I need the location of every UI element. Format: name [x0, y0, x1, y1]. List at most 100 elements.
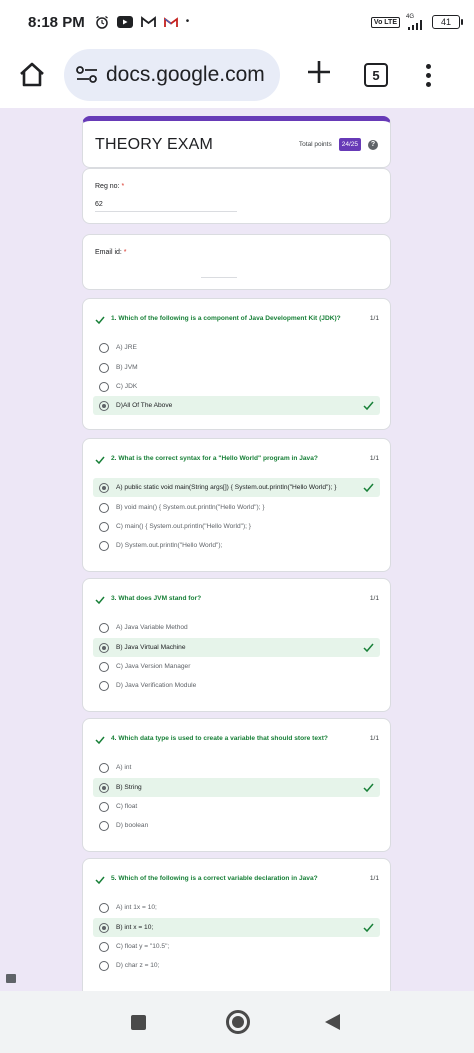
- menu-dot-icon: [425, 63, 431, 69]
- option-label: C) JDK: [116, 383, 138, 390]
- question-score: 1/1: [369, 455, 379, 462]
- option-row-selected-correct[interactable]: B) String: [93, 778, 380, 797]
- option-row-selected-correct[interactable]: D)All Of The Above: [93, 396, 380, 415]
- radio-button[interactable]: [99, 540, 109, 551]
- home-button[interactable]: [16, 59, 48, 91]
- form-header-card: THEORY EXAM Total points 24/25 ?: [82, 116, 391, 168]
- email-label-text: Email id:: [95, 249, 122, 256]
- radio-button[interactable]: [99, 622, 109, 633]
- browser-menu-button[interactable]: [424, 63, 432, 87]
- radio-button[interactable]: [99, 902, 109, 913]
- option-row[interactable]: C) Java Version Manager: [93, 657, 380, 676]
- question-header: 4. Which data type is used to create a v…: [95, 735, 379, 745]
- option-row[interactable]: C) float: [93, 797, 380, 816]
- required-mark: *: [123, 249, 127, 256]
- radio-button-selected[interactable]: [99, 782, 109, 793]
- total-points-label: Total points: [298, 141, 332, 148]
- option-row-selected-correct[interactable]: A) public static void main(String args[]…: [93, 478, 380, 497]
- reg-no-value: 62: [95, 201, 103, 208]
- option-label: C) float: [116, 803, 138, 810]
- reg-no-card: Reg no: * 62: [82, 168, 391, 224]
- tab-count: 5: [372, 67, 380, 83]
- option-label: B) void main() { System.out.println("Hel…: [116, 504, 265, 511]
- option-label: C) Java Version Manager: [116, 663, 191, 670]
- option-row[interactable]: D) Java Verification Module: [93, 676, 380, 695]
- option-label: A) JRE: [116, 344, 137, 351]
- gmail-color-icon: [163, 16, 178, 27]
- radio-button-selected[interactable]: [99, 400, 109, 411]
- plus-icon: [308, 61, 330, 83]
- email-card: Email id: *: [82, 234, 391, 290]
- option-label: D) System.out.println("Hello World");: [116, 542, 223, 549]
- radio-button[interactable]: [99, 661, 109, 672]
- home-nav-button[interactable]: [226, 1010, 250, 1034]
- radio-button-selected[interactable]: [99, 922, 109, 933]
- recents-button[interactable]: [131, 1015, 146, 1030]
- signal-icon: [408, 20, 422, 30]
- option-row[interactable]: A) int: [93, 758, 380, 777]
- tab-switcher-button[interactable]: 5: [364, 63, 388, 87]
- question-header: 5. Which of the following is a correct v…: [95, 875, 379, 885]
- total-points-badge: 24/25: [338, 138, 361, 151]
- radio-button[interactable]: [99, 381, 109, 392]
- option-label: C) main() { System.out.println("Hello Wo…: [116, 523, 252, 530]
- option-label: D)All Of The Above: [116, 402, 173, 409]
- option-row[interactable]: B) void main() { System.out.println("Hel…: [93, 498, 380, 517]
- feedback-icon[interactable]: [6, 974, 16, 983]
- question-card-2: 2. What is the correct syntax for a "Hel…: [82, 438, 391, 572]
- radio-button[interactable]: [99, 502, 109, 513]
- option-row[interactable]: C) JDK: [93, 377, 380, 396]
- address-bar[interactable]: docs.google.com: [64, 49, 280, 101]
- question-card-1: 1. Which of the following is a component…: [82, 298, 391, 430]
- option-label: D) boolean: [116, 822, 149, 829]
- correct-check-icon: [363, 923, 374, 933]
- radio-button[interactable]: [99, 680, 109, 691]
- radio-button[interactable]: [99, 762, 109, 773]
- option-row[interactable]: A) int 1x = 10;: [93, 898, 380, 917]
- form-page[interactable]: THEORY EXAM Total points 24/25 ? Reg no:…: [0, 108, 474, 991]
- notification-icons: •: [95, 15, 189, 29]
- option-label: A) int 1x = 10;: [116, 904, 157, 911]
- site-settings-icon[interactable]: [76, 65, 98, 85]
- new-tab-button[interactable]: [304, 60, 334, 90]
- url-text: docs.google.com: [106, 63, 265, 86]
- battery-level: 41: [440, 17, 451, 27]
- radio-button-selected[interactable]: [99, 642, 109, 653]
- reg-no-label: Reg no: *: [95, 183, 124, 190]
- signal-group: 4G: [406, 14, 426, 30]
- radio-button[interactable]: [99, 342, 109, 353]
- question-text: 5. Which of the following is a correct v…: [111, 875, 318, 882]
- option-label: C) float y = "10.5";: [116, 943, 170, 950]
- reg-no-label-text: Reg no:: [95, 183, 120, 190]
- radio-button[interactable]: [99, 960, 109, 971]
- alarm-icon: [95, 15, 108, 29]
- option-label: D) Java Verification Module: [116, 682, 197, 689]
- radio-button[interactable]: [99, 521, 109, 532]
- radio-button[interactable]: [99, 801, 109, 812]
- radio-button[interactable]: [99, 362, 109, 373]
- youtube-icon: [116, 16, 133, 28]
- option-label: A) int: [116, 764, 132, 771]
- option-row[interactable]: D) boolean: [93, 816, 380, 835]
- navigation-bar: [0, 991, 474, 1053]
- option-row[interactable]: B) JVM: [93, 358, 380, 377]
- question-header: 2. What is the correct syntax for a "Hel…: [95, 455, 379, 465]
- reg-no-underline: [95, 211, 237, 212]
- radio-button-selected[interactable]: [99, 482, 109, 493]
- option-row[interactable]: A) Java Variable Method: [93, 618, 380, 637]
- radio-button[interactable]: [99, 941, 109, 952]
- back-button[interactable]: [325, 1014, 340, 1030]
- option-row[interactable]: C) float y = "10.5";: [93, 937, 380, 956]
- option-label: B) int x = 10;: [116, 924, 154, 931]
- option-row[interactable]: D) System.out.println("Hello World");: [93, 536, 380, 555]
- question-text: 4. Which data type is used to create a v…: [111, 735, 328, 742]
- option-row-selected-correct[interactable]: B) int x = 10;: [93, 918, 380, 937]
- option-row[interactable]: C) main() { System.out.println("Hello Wo…: [93, 517, 380, 536]
- correct-check-icon: [95, 596, 105, 605]
- option-row[interactable]: D) char z = 10;: [93, 956, 380, 975]
- option-row-selected-correct[interactable]: B) Java Virtual Machine: [93, 638, 380, 657]
- radio-button[interactable]: [99, 820, 109, 831]
- correct-check-icon: [363, 483, 374, 493]
- option-row[interactable]: A) JRE: [93, 338, 380, 357]
- help-icon[interactable]: ?: [368, 139, 378, 150]
